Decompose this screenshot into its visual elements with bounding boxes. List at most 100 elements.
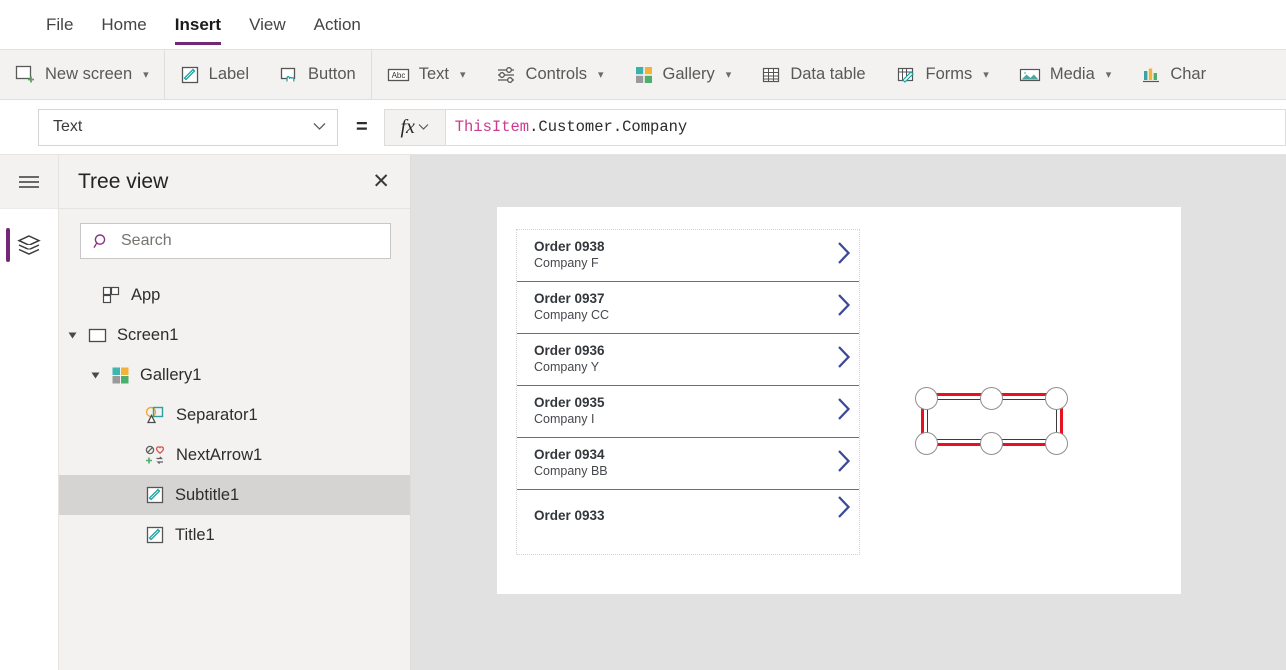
tree-node-label: Title1 <box>175 525 215 544</box>
label-button-label: Label <box>208 65 250 83</box>
tree-node-separator1[interactable]: Separator1 <box>59 395 410 435</box>
screen-icon <box>88 326 107 345</box>
menu-bar: File Home Insert View Action <box>0 0 1286 50</box>
new-screen-button[interactable]: New screen ▾ <box>0 50 164 99</box>
tree-node-label: Screen1 <box>117 325 179 344</box>
fx-button[interactable]: fx <box>383 108 446 146</box>
chevron-right-icon[interactable] <box>835 396 852 427</box>
hamburger-button[interactable] <box>0 155 58 209</box>
chevron-down-icon: ▾ <box>1105 69 1112 81</box>
chevron-right-icon[interactable] <box>835 448 852 479</box>
tree-node-screen1[interactable]: Screen1 <box>59 315 410 355</box>
text-button-label: Text <box>418 65 450 83</box>
gallery-item[interactable]: Order 0933 <box>517 490 859 542</box>
tree-node-nextarrow1[interactable]: NextArrow1 <box>59 435 410 475</box>
rail-item-tree-view[interactable] <box>0 209 58 281</box>
search-box[interactable] <box>80 223 391 259</box>
gallery-item-subtitle: Company CC <box>534 308 610 323</box>
forms-button[interactable]: Forms ▾ <box>881 50 1004 99</box>
gallery-item[interactable]: Order 0935 Company I <box>517 386 859 438</box>
ribbon-group-basic: Label Button <box>165 50 371 99</box>
gallery-item[interactable]: Order 0934 Company BB <box>517 438 859 490</box>
charts-icon <box>1141 65 1161 85</box>
controls-button[interactable]: Controls ▾ <box>481 50 619 99</box>
gallery-item-text: Order 0938 Company F <box>534 239 605 272</box>
formula-bar-row: Text = fx ThisItem .Customer.Company <box>0 100 1286 155</box>
screen1-preview[interactable]: Order 0938 Company F Order 0937 Company … <box>497 207 1181 594</box>
gallery1-control[interactable]: Order 0938 Company F Order 0937 Company … <box>516 229 860 555</box>
chevron-right-icon[interactable] <box>835 494 852 525</box>
chevron-right-icon[interactable] <box>835 344 852 375</box>
gallery-item-title: Order 0933 <box>534 507 605 523</box>
gallery-item-title: Order 0934 <box>534 447 605 463</box>
label-icon <box>180 65 200 85</box>
gallery-item-subtitle: Company Y <box>534 360 600 375</box>
tree-node-subtitle1[interactable]: Subtitle1 <box>59 475 410 515</box>
shapes-icon <box>145 405 166 425</box>
label-icon <box>145 485 165 505</box>
equals-sign: = <box>356 115 368 138</box>
search-input[interactable] <box>121 232 378 250</box>
left-rail <box>0 155 59 670</box>
app-canvas[interactable]: Order 0938 Company F Order 0937 Company … <box>411 155 1286 670</box>
twisty-expanded-icon[interactable] <box>67 331 78 340</box>
controls-icon <box>496 65 517 85</box>
tree-node-label: App <box>131 285 161 304</box>
media-icon <box>1019 65 1041 85</box>
tree-node-gallery1[interactable]: Gallery1 <box>59 355 410 395</box>
gallery-item-title: Order 0938 <box>534 239 605 255</box>
menu-item-insert[interactable]: Insert <box>161 1 235 49</box>
close-icon[interactable]: ✕ <box>372 171 390 192</box>
button-icon <box>279 65 299 85</box>
gallery-item[interactable]: Order 0938 Company F <box>517 230 859 282</box>
gallery-item-subtitle: Company BB <box>534 464 608 479</box>
label-icon <box>145 525 165 545</box>
button-button-label: Button <box>308 65 356 83</box>
menu-item-action[interactable]: Action <box>300 1 375 49</box>
chevron-right-icon[interactable] <box>835 240 852 271</box>
chevron-down-icon: ▾ <box>143 69 149 81</box>
media-button[interactable]: Media ▾ <box>1004 50 1126 99</box>
charts-button[interactable]: Char <box>1126 50 1221 99</box>
formula-input[interactable]: ThisItem .Customer.Company <box>445 108 1286 146</box>
menu-item-view[interactable]: View <box>235 1 300 49</box>
ribbon-group-screens: New screen ▾ <box>0 50 164 99</box>
button-button[interactable]: Button <box>264 50 371 99</box>
formula-token-rest: .Customer.Company <box>529 118 688 136</box>
gallery-item-title: Order 0935 <box>534 395 605 411</box>
gallery-item[interactable]: Order 0936 Company Y <box>517 334 859 386</box>
gallery-icon <box>634 65 654 85</box>
tree-node-app[interactable]: App <box>59 275 410 315</box>
tree-node-title1[interactable]: Title1 <box>59 515 410 555</box>
twisty-expanded-icon[interactable] <box>90 371 101 380</box>
gallery-button[interactable]: Gallery ▾ <box>619 50 747 99</box>
menu-item-file[interactable]: File <box>32 1 87 49</box>
tree-node-label: Gallery1 <box>140 365 202 384</box>
controls-button-label: Controls <box>525 65 587 83</box>
search-icon <box>93 233 110 250</box>
gallery-item-text: Order 0934 Company BB <box>534 447 608 480</box>
data-table-icon <box>761 65 781 85</box>
gallery-item-subtitle: Company I <box>534 412 595 427</box>
tree-view-title: Tree view <box>78 169 169 193</box>
text-button[interactable]: Abc Text ▾ <box>372 50 481 99</box>
label-button[interactable]: Label <box>165 50 264 99</box>
tree-node-label: NextArrow1 <box>176 445 263 464</box>
gallery-item-subtitle: Company F <box>534 256 599 271</box>
gallery-icon <box>111 366 130 385</box>
data-table-button[interactable]: Data table <box>746 50 880 99</box>
ribbon-group-controls: Abc Text ▾ Controls ▾ Gallery ▾ Data tab… <box>372 50 1221 99</box>
media-button-label: Media <box>1049 65 1095 83</box>
data-table-button-label: Data table <box>790 65 866 83</box>
fx-icon: fx <box>400 115 415 138</box>
new-screen-label: New screen <box>45 65 133 83</box>
property-select[interactable]: Text <box>38 108 338 146</box>
svg-text:Abc: Abc <box>391 71 405 80</box>
app-icon <box>102 286 121 305</box>
tree-view-panel: Tree view ✕ Search App Screen1 Gallery1 … <box>59 155 411 670</box>
icons-icon <box>145 445 166 465</box>
tree-view-header: Tree view ✕ <box>59 155 410 209</box>
gallery-item[interactable]: Order 0937 Company CC <box>517 282 859 334</box>
menu-item-home[interactable]: Home <box>87 1 160 49</box>
chevron-right-icon[interactable] <box>835 292 852 323</box>
